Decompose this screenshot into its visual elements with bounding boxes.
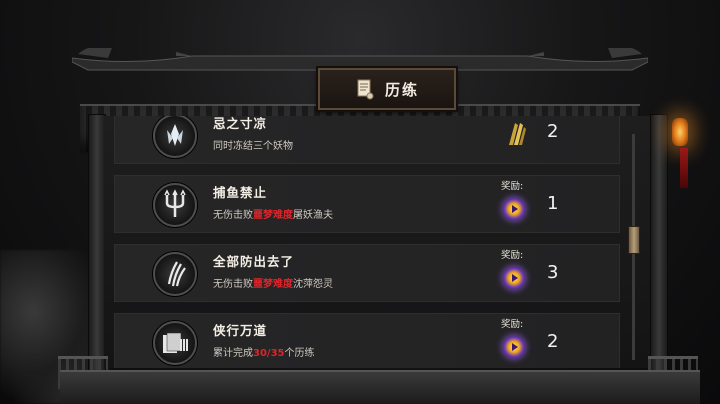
page-title: 历练 [384,80,419,99]
pavilion-base [60,370,700,404]
difficulty-highlight: 噩梦难度 [253,279,293,290]
reward-label: 奖励: [501,250,524,261]
achievement-row[interactable]: 忌之寸凉 同时冻结三个妖物 2 [114,116,620,164]
achievement-panel[interactable]: 忌之寸凉 同时冻结三个妖物 2 捕鱼禁止 无伤击败噩梦难度屠妖渔夫 奖励: 1 … [104,116,650,368]
game-screen: 历练 忌之寸凉 同时冻结三个妖物 2 捕鱼禁止 无伤击败噩梦难度屠妖渔夫 奖励:… [0,0,720,404]
achievement-name: 忌之寸凉 [213,116,268,131]
claw-slash-icon [153,252,197,296]
achievement-list[interactable]: 忌之寸凉 同时冻结三个妖物 2 捕鱼禁止 无伤击败噩梦难度屠妖渔夫 奖励: 1 … [114,116,620,368]
difficulty-highlight: 噩梦难度 [253,210,293,221]
right-pillar [650,114,668,376]
feather-icon [505,119,527,147]
ice-crystal-icon [153,116,197,158]
achievement-desc: 同时冻结三个妖物 [213,141,293,152]
scrollbar-thumb[interactable] [628,226,640,254]
achievement-desc: 无伤击败噩梦难度屠妖渔夫 [213,210,333,221]
achievement-desc: 累计完成30/35个历练 [213,348,315,359]
achievement-name: 捕鱼禁止 [213,185,268,200]
achievement-name: 侠行万道 [213,323,268,338]
lantern-icon [672,118,688,146]
scroll-stack-icon [153,321,197,365]
achievement-row[interactable]: 全部防出去了 无伤击败噩梦难度沈萍怨灵 奖励: 3 [114,244,620,302]
achievement-desc: 无伤击败噩梦难度沈萍怨灵 [213,279,333,290]
reward-label: 奖励: [501,181,524,192]
trident-icon [153,183,197,227]
reward-label: 奖励: [501,319,524,330]
reward-count: 2 [547,121,559,142]
achievement-row[interactable]: 捕鱼禁止 无伤击败噩梦难度屠妖渔夫 奖励: 1 [114,175,620,233]
achievement-name: 全部防出去了 [213,254,295,269]
reward-count: 3 [547,262,559,283]
red-tassel [680,148,688,188]
progress-highlight: 30/35 [253,348,285,359]
achievement-row[interactable]: 侠行万道 累计完成30/35个历练 奖励: 2 [114,313,620,368]
purple-orb-icon [503,267,525,289]
purple-orb-icon [503,336,525,358]
reward-count: 2 [547,331,559,352]
purple-orb-icon [503,198,525,220]
scroll-icon [355,78,375,100]
reward-count: 1 [547,193,559,214]
title-plaque: 历练 [318,68,456,110]
